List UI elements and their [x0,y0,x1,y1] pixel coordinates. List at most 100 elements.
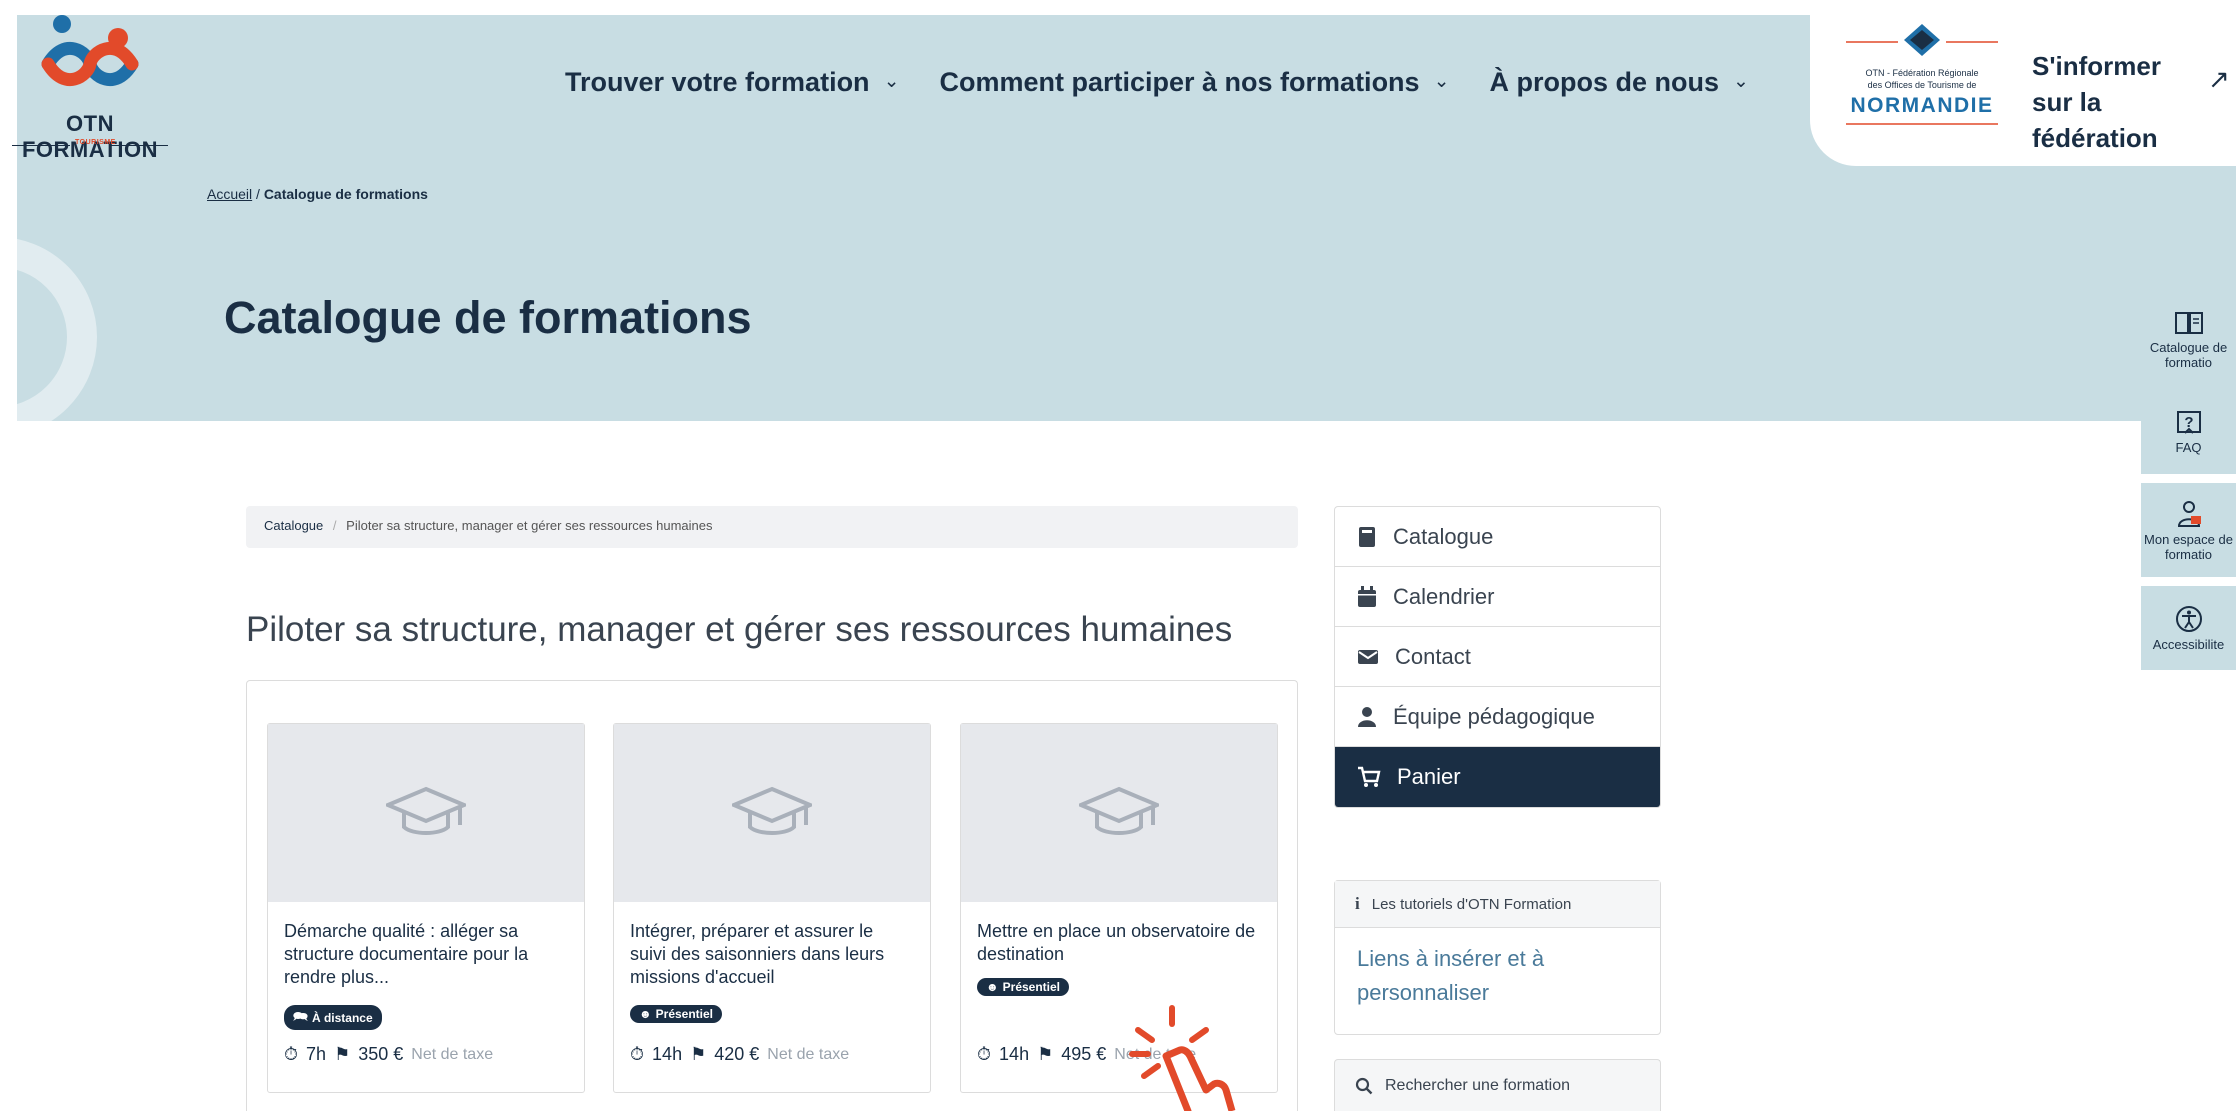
user-icon [2177,500,2201,527]
card-badge: ☻ Présentiel [630,1005,723,1023]
tool-label: FAQ [2175,440,2202,455]
accessibility-icon [2175,606,2202,632]
tool-accessibilite[interactable]: Accessibilite [2141,586,2236,670]
chevron-down-icon: ⌄ [1733,71,1749,92]
svg-text:OTN - Fédération Régionale: OTN - Fédération Régionale [1865,68,1978,78]
info-icon: i [1355,894,1360,913]
graduation-cap-icon [732,786,812,835]
card-thumbnail [268,724,584,902]
tool-label: Mon espace de formatio [2144,531,2233,562]
breadcrumb-home-link[interactable]: Accueil [207,186,252,202]
sidebar-item-contact[interactable]: Contact [1335,627,1660,687]
section-title: Piloter sa structure, manager et gérer s… [246,610,1233,649]
tutorials-link[interactable]: Liens à insérer et à personnaliser [1335,928,1660,1024]
card-meta: ⏱ 14h ⚑ 420 € Net de taxe [630,1044,849,1065]
graduation-cap-icon [386,786,466,835]
course-card[interactable]: Démarche qualité : alléger sa structure … [267,723,585,1093]
logo-text: OTN FORMATION [21,111,159,162]
card-price-note: Net de taxe [767,1045,850,1063]
decorative-ring [0,237,97,437]
card-price-note: Net de taxe [411,1045,494,1063]
sidebar-menu: Catalogue Calendrier Contact Équipe péda… [1334,506,1661,808]
nav-item-comment-participer[interactable]: Comment participer à nos formations ⌄ [939,67,1449,98]
federation-card[interactable]: OTN - Fédération Régionale des Offices d… [1810,0,2236,166]
tool-label: Accessibilite [2152,637,2225,652]
page-title: Catalogue de formations [224,292,752,343]
tutorials-header: i Les tutoriels d'OTN Formation [1335,881,1660,928]
price-tag-icon: ⚑ [1037,1044,1054,1064]
group-icon: ☻ [986,980,999,994]
course-card[interactable]: Mettre en place un observatoire de desti… [960,723,1278,1093]
tool-label: Catalogue de formatio [2149,339,2228,370]
cards-container: Démarche qualité : alléger sa structure … [246,680,1298,1111]
federation-logo-icon: OTN - Fédération Régionale des Offices d… [1846,24,1998,125]
price-tag-icon: ⚑ [334,1044,351,1064]
search-formation-box[interactable]: Rechercher une formation [1334,1059,1661,1111]
card-badge: ☻ Présentiel [977,978,1070,996]
tutorials-box: i Les tutoriels d'OTN Formation Liens à … [1334,880,1661,1035]
card-badge-label: Présentiel [1002,980,1061,994]
card-title[interactable]: Intégrer, préparer et assurer le suivi d… [614,902,930,1005]
nav-item-a-propos[interactable]: À propos de nous ⌄ [1490,67,1749,98]
stopwatch-icon: ⏱ [630,1044,645,1064]
price-tag-icon: ⚑ [690,1044,707,1064]
stopwatch-icon: ⏱ [284,1044,299,1064]
sidebar-item-label: Contact [1395,643,1471,669]
card-duration: 7h [306,1044,327,1064]
nav-item-label: Trouver votre formation [565,67,870,97]
cart-icon [1358,766,1381,787]
sidebar-item-equipe[interactable]: Équipe pédagogique [1335,687,1660,747]
tool-mon-espace[interactable]: Mon espace de formatio [2141,483,2236,577]
chevron-down-icon: ⌄ [1433,71,1450,92]
sidebar-item-label: Équipe pédagogique [1393,703,1595,729]
catalogue-breadcrumb: Catalogue / Piloter sa structure, manage… [246,506,1298,548]
question-icon: ? [2176,411,2201,434]
federation-link[interactable]: S'informer sur la fédération [2032,48,2202,156]
search-icon [1355,1077,1373,1094]
logo-sub: TOURISME [12,138,168,152]
sidebar-item-calendrier[interactable]: Calendrier [1335,567,1660,627]
page: OTN FORMATION TOURISME Trouver votre for… [0,0,2236,1111]
card-badge: 🗪 À distance [284,1005,382,1030]
nav-item-label: Comment participer à nos formations [939,67,1420,97]
user-icon [1358,706,1376,727]
card-title[interactable]: Démarche qualité : alléger sa structure … [268,902,584,1005]
card-thumbnail [614,724,930,902]
card-badge-label: À distance [311,1010,373,1025]
sidebar-item-panier[interactable]: Panier [1335,747,1660,807]
svg-text:?: ? [2184,414,2193,431]
card-price: 350 € [358,1044,404,1064]
graduation-cap-icon [1079,786,1159,835]
card-price: 420 € [714,1044,760,1064]
card-duration: 14h [999,1044,1030,1064]
floating-toolbar: Catalogue de formatio ? FAQ Mon espace d… [2141,297,2236,679]
nav-item-trouver-formation[interactable]: Trouver votre formation ⌄ [565,67,899,98]
svg-text:NORMANDIE: NORMANDIE [1851,94,1994,117]
card-price: 495 € [1061,1044,1107,1064]
svg-text:des Offices de Tourisme de: des Offices de Tourisme de [1868,80,1977,90]
search-label: Rechercher une formation [1385,1076,1570,1094]
tool-faq[interactable]: ? FAQ [2141,390,2236,474]
breadcrumb: Accueil / Catalogue de formations [207,186,428,202]
breadcrumb-separator: / [256,186,260,202]
catalogue-crumb-current: Piloter sa structure, manager et gérer s… [346,518,713,533]
sidebar-item-label: Panier [1397,764,1461,789]
catalogue-crumb-root[interactable]: Catalogue [264,518,323,533]
tutorials-title: Les tutoriels d'OTN Formation [1371,895,1572,913]
main-nav: Trouver votre formation ⌄ Comment partic… [565,67,1749,98]
card-duration: 14h [652,1044,683,1064]
card-title[interactable]: Mettre en place un observatoire de desti… [961,902,1277,978]
otn-formation-logo[interactable]: OTN FORMATION TOURISME [0,14,180,164]
sidebar-item-catalogue[interactable]: Catalogue [1335,507,1660,567]
card-meta: ⏱ 14h ⚑ 495 € Net de taxe [977,1044,1196,1065]
envelope-icon [1358,649,1378,664]
course-card[interactable]: Intégrer, préparer et assurer le suivi d… [613,723,931,1093]
catalogue-crumb-separator: / [332,518,337,533]
book-icon [1359,526,1375,547]
stopwatch-icon: ⏱ [977,1044,992,1064]
sidebar-item-label: Calendrier [1393,583,1495,609]
nav-item-label: À propos de nous [1489,67,1720,97]
tool-catalogue[interactable]: Catalogue de formatio [2141,297,2236,381]
sidebar-item-label: Catalogue [1393,523,1494,549]
card-thumbnail [961,724,1277,902]
